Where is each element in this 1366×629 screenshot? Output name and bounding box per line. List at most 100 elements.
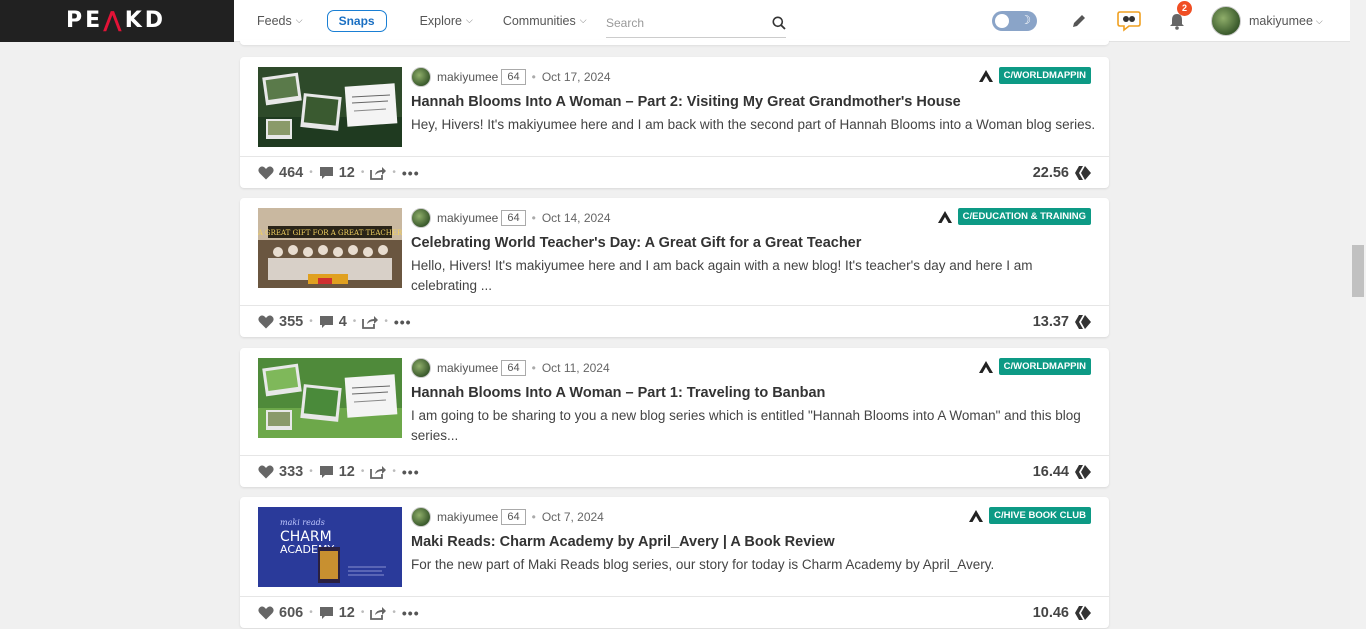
moon-icon: ☽ xyxy=(1020,13,1031,27)
author-avatar[interactable] xyxy=(411,358,431,378)
post-thumbnail[interactable]: maki reads CHARM ACADEMY xyxy=(258,507,402,587)
heart-icon xyxy=(258,166,274,179)
more-options-icon[interactable]: ••• xyxy=(402,605,420,621)
post-title[interactable]: Maki Reads: Charm Academy by April_Avery… xyxy=(411,534,835,550)
post-author[interactable]: makiyumee xyxy=(437,510,498,524)
nav-feeds[interactable]: Feeds ⌵ xyxy=(257,14,303,28)
search-placeholder: Search xyxy=(606,15,645,30)
community-tag[interactable]: C/WORLDMAPPIN xyxy=(978,67,1091,84)
vote-count: 464 xyxy=(279,164,304,181)
post-title[interactable]: Hannah Blooms Into A Woman – Part 1: Tra… xyxy=(411,385,825,401)
post-author[interactable]: makiyumee xyxy=(437,70,498,84)
share-icon xyxy=(362,315,379,329)
nav-communities[interactable]: Communities ⌵ xyxy=(503,14,587,28)
post-payout[interactable]: 22.56 xyxy=(1033,157,1091,189)
post-excerpt[interactable]: For the new part of Maki Reads blog seri… xyxy=(411,555,1101,575)
comment-icon xyxy=(319,465,333,478)
share-button[interactable] xyxy=(370,166,387,180)
separator-dot: • xyxy=(392,466,396,477)
post-date[interactable]: Oct 11, 2024 xyxy=(542,361,610,375)
payout-value: 13.37 xyxy=(1032,314,1069,330)
post-payout[interactable]: 16.44 xyxy=(1033,456,1091,488)
hive-community-icon xyxy=(978,360,993,373)
heart-icon xyxy=(258,315,274,328)
scrollbar[interactable] xyxy=(1350,0,1366,629)
dark-mode-toggle[interactable]: ☽ xyxy=(992,11,1037,31)
share-button[interactable] xyxy=(370,606,387,620)
scrollbar-thumb[interactable] xyxy=(1352,245,1364,297)
heart-icon xyxy=(258,606,274,619)
search-icon[interactable] xyxy=(772,16,786,30)
post-card-body[interactable]: makiyumee 64 • Oct 11, 2024 C/WORLDMAPPI… xyxy=(240,348,1109,455)
author-avatar[interactable] xyxy=(411,507,431,527)
logo-area[interactable]: PE⋀KD xyxy=(0,0,234,42)
notifications-button[interactable]: 2 xyxy=(1169,0,1192,30)
post-card[interactable]: makiyumee 64 • Oct 11, 2024 C/WORLDMAPPI… xyxy=(240,348,1109,487)
separator-dot: • xyxy=(309,607,313,618)
upvote-button[interactable]: 464 xyxy=(258,165,303,181)
nav-snaps-button[interactable]: Snaps xyxy=(326,9,387,32)
more-options-icon[interactable]: ••• xyxy=(402,165,420,181)
post-thumbnail-graphic xyxy=(258,67,402,147)
post-date[interactable]: Oct 14, 2024 xyxy=(542,211,611,225)
post-card-body[interactable]: makiyumee 64 • Oct 17, 2024 C/WORLDMAPPI… xyxy=(240,57,1109,156)
more-options-icon[interactable]: ••• xyxy=(394,314,412,330)
upvote-button[interactable]: 333 xyxy=(258,464,303,480)
vote-count: 333 xyxy=(279,463,304,480)
chat-button[interactable] xyxy=(1117,10,1141,32)
post-date[interactable]: Oct 17, 2024 xyxy=(542,70,611,84)
community-label[interactable]: C/WORLDMAPPIN xyxy=(998,67,1091,84)
post-title[interactable]: Celebrating World Teacher's Day: A Great… xyxy=(411,235,861,251)
community-label[interactable]: C/HIVE BOOK CLUB xyxy=(989,507,1091,524)
post-card[interactable]: makiyumee 64 • Oct 17, 2024 C/WORLDMAPPI… xyxy=(240,57,1109,188)
write-post-button[interactable] xyxy=(1071,13,1087,29)
post-thumbnail[interactable]: A GREAT GIFT FOR A GREAT TEACHER xyxy=(257,208,403,288)
post-date[interactable]: Oct 7, 2024 xyxy=(542,510,604,524)
comment-icon xyxy=(319,606,333,619)
post-author[interactable]: makiyumee xyxy=(437,361,498,375)
post-excerpt[interactable]: I am going to be sharing to you a new bl… xyxy=(411,406,1101,446)
hive-token-icon xyxy=(1075,315,1091,329)
upvote-button[interactable]: 606 xyxy=(258,605,303,621)
search-input[interactable]: Search xyxy=(606,8,786,38)
post-thumbnail[interactable] xyxy=(258,67,402,147)
chevron-down-icon: ⌵ xyxy=(1315,15,1323,26)
user-menu[interactable]: makiyumee ⌵ xyxy=(1211,6,1323,36)
post-card[interactable]: maki reads CHARM ACADEMY makiyumee 64 • … xyxy=(240,497,1109,628)
post-title[interactable]: Hannah Blooms Into A Woman – Part 2: Vis… xyxy=(411,94,961,110)
comments-button[interactable]: 4 xyxy=(319,314,347,330)
comments-button[interactable]: 12 xyxy=(319,464,355,480)
share-button[interactable] xyxy=(370,465,387,479)
community-tag[interactable]: C/EDUCATION & TRAINING xyxy=(937,208,1091,225)
post-payout[interactable]: 13.37 xyxy=(1033,306,1091,338)
post-thumbnail[interactable] xyxy=(258,358,402,438)
post-card[interactable]: A GREAT GIFT FOR A GREAT TEACHER makiyum… xyxy=(240,198,1109,337)
community-label[interactable]: C/WORLDMAPPIN xyxy=(998,358,1091,375)
separator-dot: • xyxy=(531,211,536,225)
comments-button[interactable]: 12 xyxy=(319,605,355,621)
share-button[interactable] xyxy=(362,315,379,329)
hive-community-icon xyxy=(978,69,993,82)
more-options-icon[interactable]: ••• xyxy=(402,464,420,480)
post-author[interactable]: makiyumee xyxy=(437,211,498,225)
post-payout[interactable]: 10.46 xyxy=(1033,597,1091,629)
post-meta: makiyumee 64 • Oct 11, 2024 xyxy=(411,358,610,378)
payout-value: 10.46 xyxy=(1032,605,1069,621)
main-nav: Feeds ⌵ Snaps Explore ⌵ Communities ⌵ xyxy=(257,0,617,42)
post-card-body[interactable]: A GREAT GIFT FOR A GREAT TEACHER makiyum… xyxy=(240,198,1109,305)
author-avatar[interactable] xyxy=(411,208,431,228)
author-avatar[interactable] xyxy=(411,67,431,87)
community-tag[interactable]: C/WORLDMAPPIN xyxy=(978,358,1091,375)
post-excerpt[interactable]: Hey, Hivers! It's makiyumee here and I a… xyxy=(411,115,1101,135)
comment-icon xyxy=(319,166,333,179)
comments-button[interactable]: 12 xyxy=(319,165,355,181)
peakd-logo[interactable]: PE⋀KD xyxy=(66,8,166,33)
community-tag[interactable]: C/HIVE BOOK CLUB xyxy=(968,507,1091,524)
post-meta: makiyumee 64 • Oct 14, 2024 xyxy=(411,208,611,228)
chevron-down-icon: ⌵ xyxy=(295,15,303,25)
nav-explore[interactable]: Explore ⌵ xyxy=(420,14,473,28)
upvote-button[interactable]: 355 xyxy=(258,314,303,330)
post-excerpt[interactable]: Hello, Hivers! It's makiyumee here and I… xyxy=(411,256,1101,296)
post-card-body[interactable]: maki reads CHARM ACADEMY makiyumee 64 • … xyxy=(240,497,1109,596)
community-label[interactable]: C/EDUCATION & TRAINING xyxy=(957,208,1091,225)
